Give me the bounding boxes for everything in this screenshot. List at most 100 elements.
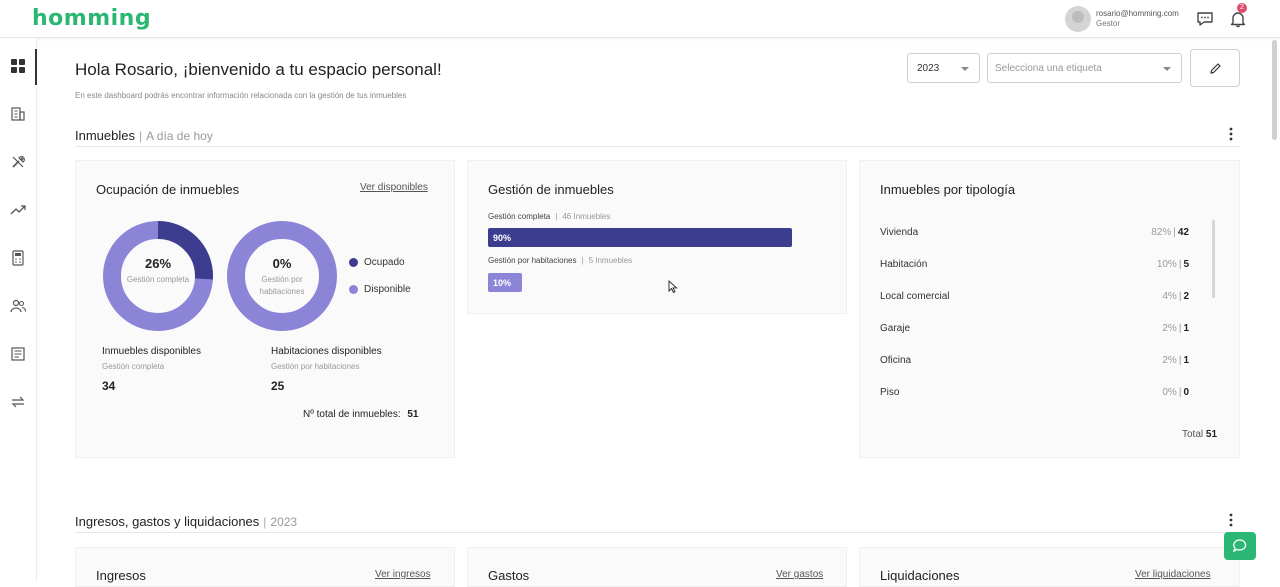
transfer-icon: [11, 396, 25, 408]
tipologia-count: 1: [1183, 323, 1189, 334]
pencil-icon: [1209, 62, 1221, 74]
ver-disponibles-link[interactable]: Ver disponibles: [360, 182, 428, 193]
tipologia-name: Piso: [880, 387, 900, 398]
section-header-ingresos: Ingresos, gastos y liquidaciones | 2023: [75, 513, 1240, 533]
legend-dot-disponible: [349, 285, 358, 294]
card-tipologia: [859, 160, 1240, 458]
kebab-menu-icon[interactable]: [1228, 127, 1234, 141]
gestion-habitaciones-bar: 10%: [488, 273, 522, 292]
sidebar-item-dashboard[interactable]: [8, 56, 28, 76]
top-bar: homming rosario@homming.com Gestor 2: [0, 0, 1280, 38]
tipologia-pct: 82%: [1151, 227, 1172, 238]
section-subtitle: A día de hoy: [146, 129, 213, 143]
stat-inmuebles-disponibles-value: 34: [102, 379, 116, 393]
donut2-label: Gestión por habitaciones: [259, 275, 305, 296]
tipologia-total-label: Total: [1182, 429, 1204, 440]
tipologia-scrollbar[interactable]: [1212, 220, 1215, 298]
user-role: Gestor: [1096, 19, 1121, 28]
sidebar-item-maintenance[interactable]: [8, 152, 28, 172]
separator: |: [138, 129, 143, 143]
legend-ocupado: Ocupado: [349, 257, 405, 268]
ver-gastos-link[interactable]: Ver gastos: [776, 569, 823, 580]
gestion-habitaciones-pct: 10%: [493, 278, 512, 288]
legend-disponible-label: Disponible: [364, 284, 411, 295]
gestion-completa-pct: 90%: [493, 233, 512, 243]
chevron-down-icon: [1163, 67, 1171, 71]
edit-dashboard-button[interactable]: [1190, 49, 1240, 87]
tipologia-total-value: 51: [1205, 429, 1218, 440]
avatar[interactable]: [1065, 6, 1091, 32]
messages-icon[interactable]: [1196, 10, 1214, 28]
trending-icon: [10, 205, 26, 215]
year-select[interactable]: 2023: [907, 53, 980, 83]
sidebar-active-indicator: [35, 49, 37, 85]
ver-liquidaciones-link[interactable]: Ver liquidaciones: [1135, 569, 1211, 580]
tipologia-count: 42: [1177, 227, 1189, 238]
gestion-habitaciones-count: 5 Inmuebles: [588, 256, 633, 265]
gestion-habitaciones-label: Gestión por habitaciones | 5 Inmuebles: [488, 256, 633, 265]
building-icon: [11, 107, 25, 121]
mouse-cursor-icon: [668, 280, 678, 294]
tipologia-name: Garaje: [880, 323, 911, 334]
calculator-icon: [12, 250, 24, 266]
dashboard-icon: [11, 59, 25, 73]
legend-disponible: Disponible: [349, 284, 411, 295]
document-icon: [11, 347, 25, 361]
tipologia-count: 2: [1183, 291, 1189, 302]
section-title: Inmuebles: [75, 128, 135, 143]
sidebar-item-transactions[interactable]: [8, 392, 28, 412]
card-title-tipologia: Inmuebles por tipología: [880, 182, 1016, 197]
ver-ingresos-link[interactable]: Ver ingresos: [375, 569, 431, 580]
tipologia-name: Local comercial: [880, 291, 950, 302]
section-title: Ingresos, gastos y liquidaciones: [75, 514, 260, 529]
page-title: Hola Rosario, ¡bienvenido a tu espacio p…: [75, 60, 442, 79]
gestion-completa-label: Gestión completa | 46 Inmuebles: [488, 212, 611, 221]
chevron-down-icon: [961, 67, 969, 71]
stat-inmuebles-disponibles-title: Inmuebles disponibles: [102, 346, 201, 357]
sidebar-item-documents[interactable]: [8, 344, 28, 364]
users-icon: [10, 299, 26, 313]
donut1-percentage: 26%: [144, 256, 172, 271]
tipologia-row: Vivienda 82% | 42: [880, 227, 1189, 238]
tipologia-pct: 0%: [1162, 387, 1177, 398]
card-title-liquidaciones: Liquidaciones: [880, 568, 960, 583]
tipologia-pct: 4%: [1162, 291, 1177, 302]
kebab-menu-icon[interactable]: [1228, 513, 1234, 527]
user-menu[interactable]: rosario@homming.com Gestor: [1065, 5, 1179, 33]
stat-habitaciones-disponibles-title: Habitaciones disponibles: [271, 346, 382, 357]
stat-inmuebles-disponibles-sub: Gestión completa: [102, 362, 165, 371]
bell-icon[interactable]: [1229, 10, 1247, 28]
tipologia-pct: 10%: [1156, 259, 1177, 270]
gestion-completa-name: Gestión completa: [488, 212, 551, 221]
tipologia-total: Total 51: [1182, 429, 1217, 440]
sidebar-item-analytics[interactable]: [8, 200, 28, 220]
homming-logo[interactable]: homming: [32, 6, 151, 31]
user-email: rosario@homming.com: [1096, 9, 1179, 18]
tipologia-pct: 2%: [1162, 323, 1177, 334]
notification-badge: 2: [1237, 3, 1247, 13]
page-subtitle: En este dashboard podrás encontrar infor…: [75, 91, 407, 100]
tipologia-count: 1: [1183, 355, 1189, 366]
tipologia-row: Oficina 2% | 1: [880, 355, 1189, 366]
section-subtitle: 2023: [270, 515, 298, 529]
sidebar-item-accounting[interactable]: [8, 248, 28, 268]
section-header-inmuebles: Inmuebles | A día de hoy: [75, 127, 1240, 147]
card-title-gastos: Gastos: [488, 568, 530, 583]
card-title-ingresos: Ingresos: [96, 568, 146, 583]
legend-dot-ocupado: [349, 258, 358, 267]
sidebar-item-contacts[interactable]: [8, 296, 28, 316]
chat-support-button[interactable]: [1224, 532, 1256, 560]
total-inmuebles-value: 51: [407, 409, 419, 420]
gestion-habitaciones-name: Gestión por habitaciones: [488, 256, 577, 265]
tipologia-name: Habitación: [880, 259, 928, 270]
page-scrollbar[interactable]: [1272, 40, 1277, 140]
separator: |: [263, 515, 267, 529]
tipologia-name: Vivienda: [880, 227, 919, 238]
tipologia-pct: 2%: [1162, 355, 1177, 366]
sidebar-item-buildings[interactable]: [8, 104, 28, 124]
tag-select[interactable]: Selecciona una etiqueta: [987, 53, 1182, 83]
tag-select-placeholder: Selecciona una etiqueta: [995, 63, 1102, 74]
gestion-completa-count: 46 Inmuebles: [562, 212, 611, 221]
tipologia-row: Habitación 10% | 5: [880, 259, 1189, 270]
tools-icon: [12, 156, 25, 168]
